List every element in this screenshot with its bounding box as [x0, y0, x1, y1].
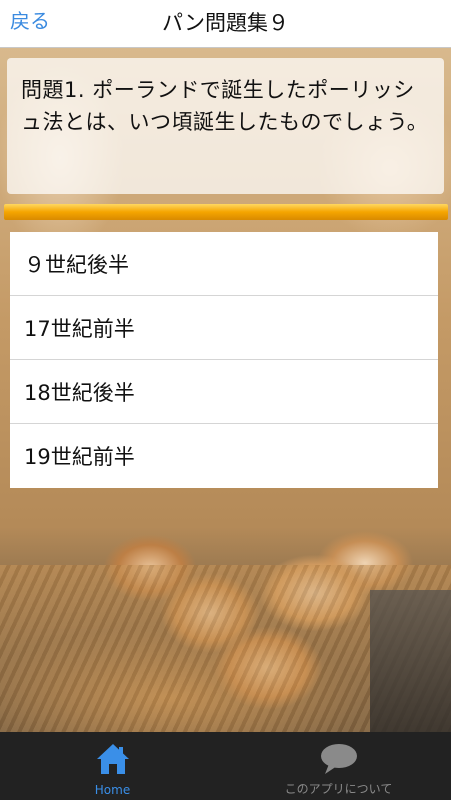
answer-list: ９世紀後半 17世紀前半 18世紀後半 19世紀前半 — [10, 232, 438, 488]
navigation-bar: 戻る パン問題集９ — [0, 0, 451, 48]
progress-bar-fill — [4, 204, 448, 220]
answer-option-4[interactable]: 19世紀前半 — [10, 424, 438, 488]
speech-bubble-icon — [319, 742, 359, 780]
progress-bar — [4, 204, 448, 220]
tab-about-app[interactable]: このアプリについて — [226, 732, 451, 800]
home-icon — [95, 742, 131, 780]
question-text: 問題1. ポーランドで誕生したポーリッシュ法とは、いつ頃誕生したものでしょう。 — [7, 58, 444, 194]
tab-about-label: このアプリについて — [284, 782, 393, 796]
answer-option-3[interactable]: 18世紀後半 — [10, 360, 438, 424]
answer-option-1[interactable]: ９世紀後半 — [10, 232, 438, 296]
answer-option-2[interactable]: 17世紀前半 — [10, 296, 438, 360]
background-shadow — [370, 590, 451, 732]
tab-bar: Home このアプリについて — [0, 732, 451, 800]
tab-home[interactable]: Home — [0, 732, 225, 800]
tab-home-label: Home — [94, 783, 131, 797]
page-title: パン問題集９ — [161, 11, 290, 35]
